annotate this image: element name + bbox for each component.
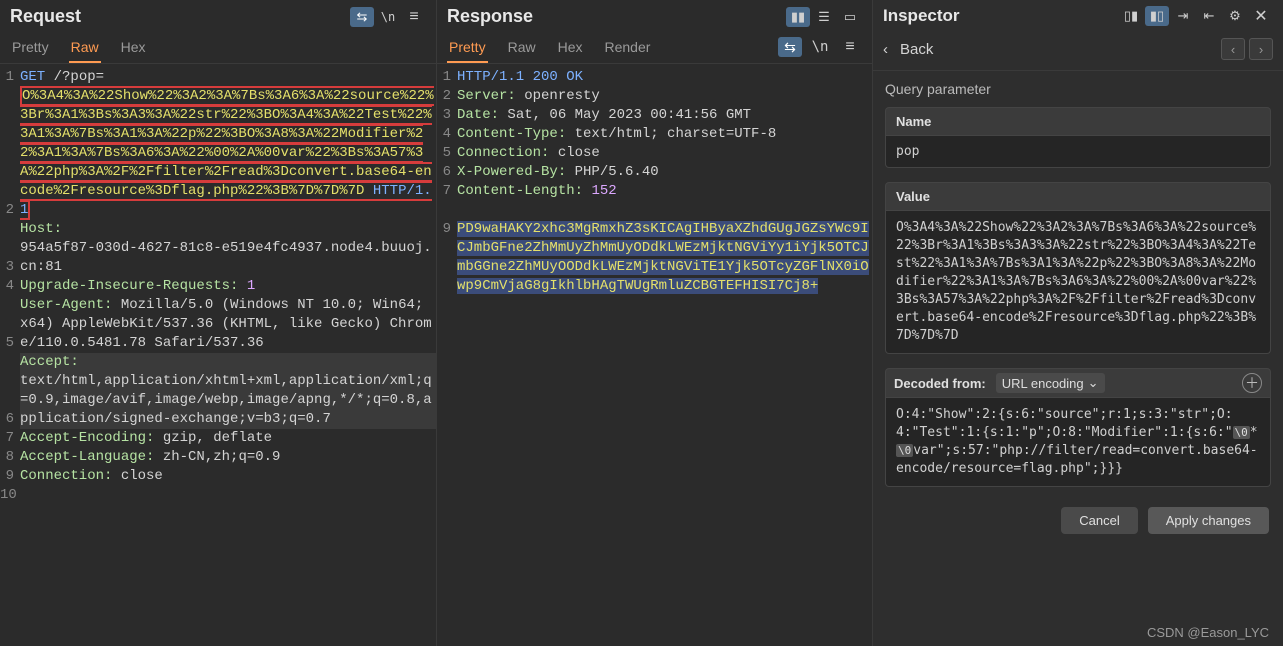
menu-icon[interactable] xyxy=(402,7,426,27)
name-field[interactable]: pop xyxy=(885,136,1271,168)
request-body[interactable]: 1 2 34 5 678910 GET /?pop=O%3A4%3A%22Sho… xyxy=(0,64,436,646)
request-panel: Request ⇆ \n Pretty Raw Hex 1 2 34 5 678… xyxy=(0,0,437,646)
response-title: Response xyxy=(447,6,533,27)
response-panel: Response ▮▮ ☰ ▭ Pretty Raw Hex Render ⇆ … xyxy=(437,0,873,646)
value-label: Value xyxy=(885,182,1271,211)
add-encoding-button[interactable]: ＋ xyxy=(1242,373,1262,393)
collapse-icon[interactable]: ⇥ xyxy=(1171,6,1195,26)
tab-pretty[interactable]: Pretty xyxy=(447,35,488,63)
newline-icon[interactable]: \n xyxy=(376,7,400,27)
tab-raw[interactable]: Raw xyxy=(69,35,101,63)
request-tabs: Pretty Raw Hex xyxy=(0,31,436,64)
response-tabs: Pretty Raw Hex Render ⇆ \n xyxy=(437,31,872,64)
tab-hex[interactable]: Hex xyxy=(119,35,148,63)
request-title: Request xyxy=(10,6,81,27)
toggle-icon[interactable]: ⇆ xyxy=(778,37,802,57)
layout-columns-icon[interactable]: ▮▮ xyxy=(786,7,810,27)
chevron-down-icon: ⌄ xyxy=(1088,375,1099,391)
layout-left-icon[interactable]: ▯▮ xyxy=(1119,6,1143,26)
value-field[interactable]: O%3A4%3A%22Show%22%3A2%3A%7Bs%3A6%3A%22s… xyxy=(885,211,1271,354)
response-header: Response ▮▮ ☰ ▭ xyxy=(437,0,872,31)
apply-button[interactable]: Apply changes xyxy=(1148,507,1269,534)
tab-hex[interactable]: Hex xyxy=(556,35,585,63)
tab-raw[interactable]: Raw xyxy=(506,35,538,63)
toggle-icon[interactable]: ⇆ xyxy=(350,7,374,27)
name-label: Name xyxy=(885,107,1271,136)
chevron-left-icon: ‹ xyxy=(883,41,888,58)
close-icon[interactable]: ✕ xyxy=(1249,6,1273,26)
section-label: Query parameter xyxy=(885,81,1271,97)
layout-single-icon[interactable]: ▭ xyxy=(838,7,862,27)
back-button[interactable]: ‹ Back xyxy=(883,41,933,58)
expand-icon[interactable]: ⇤ xyxy=(1197,6,1221,26)
gear-icon[interactable]: ⚙ xyxy=(1223,6,1247,26)
decoded-header: Decoded from: URL encoding ⌄ ＋ xyxy=(885,368,1271,398)
decoded-label: Decoded from: xyxy=(894,376,986,391)
tab-pretty[interactable]: Pretty xyxy=(10,35,51,63)
inspector-panel: Inspector ▯▮ ▮▯ ⇥ ⇤ ⚙ ✕ ‹ Back ‹ › Query… xyxy=(873,0,1283,646)
response-body[interactable]: 1234567 9 HTTP/1.1 200 OKServer: openres… xyxy=(437,64,872,646)
next-button[interactable]: › xyxy=(1249,38,1273,60)
prev-button[interactable]: ‹ xyxy=(1221,38,1245,60)
layout-right-icon[interactable]: ▮▯ xyxy=(1145,6,1169,26)
menu-icon[interactable] xyxy=(838,37,862,57)
watermark: CSDN @Eason_LYC xyxy=(1147,625,1269,640)
newline-icon[interactable]: \n xyxy=(808,37,832,57)
tab-render[interactable]: Render xyxy=(603,35,653,63)
inspector-title: Inspector xyxy=(883,6,960,26)
inspector-header: Inspector ▯▮ ▮▯ ⇥ ⇤ ⚙ ✕ xyxy=(873,0,1283,28)
cancel-button[interactable]: Cancel xyxy=(1061,507,1137,534)
request-header: Request ⇆ \n xyxy=(0,0,436,31)
layout-top-icon[interactable]: ☰ xyxy=(812,7,836,27)
decoded-field[interactable]: O:4:"Show":2:{s:6:"source";r:1;s:3:"str"… xyxy=(885,398,1271,487)
encoding-select[interactable]: URL encoding ⌄ xyxy=(996,373,1105,393)
